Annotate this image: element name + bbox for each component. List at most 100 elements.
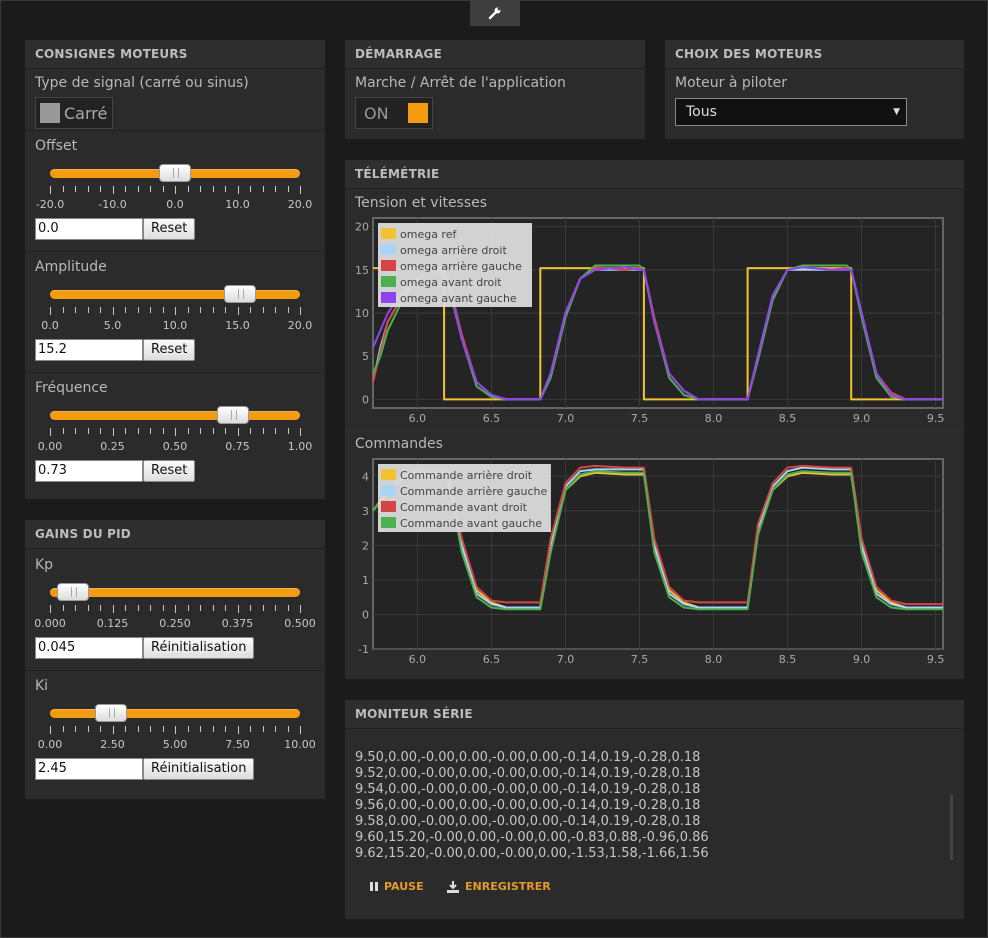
tick-mark [87, 428, 89, 434]
y-tick-label: 3 [362, 505, 369, 518]
tick-mark [100, 428, 101, 434]
slider-thumb[interactable] [159, 164, 191, 182]
tick-mark [87, 307, 89, 313]
command-chart: -1 0 1 2 3 4 6.0 6.5 7.0 7.5 8.0 8.5 9.0 9.5 Commande … [358, 458, 944, 666]
serial-line: 9.60,15.20,-0.00,0.00,-0.00,0.00,-0.83,0… [355, 830, 709, 845]
slider-label: Kp [35, 557, 54, 573]
tick-mark [137, 726, 139, 732]
tick-mark [300, 726, 301, 734]
legend-swatch [381, 517, 396, 528]
tick-mark [175, 726, 176, 734]
tick-mark [225, 726, 226, 732]
slider-ticks [25, 307, 325, 315]
motor-select-value: Tous [686, 104, 717, 120]
serial-line: 9.62,15.20,-0.00,0.00,-0.00,0.00,-1.53,1… [355, 846, 709, 861]
tick-mark [275, 605, 276, 611]
tick-mark [162, 428, 164, 434]
tick-mark [250, 186, 251, 192]
tick-mark [250, 307, 251, 313]
tick-mark [187, 726, 189, 732]
save-button[interactable]: ENREGISTRER [447, 880, 551, 893]
panel-title: CONSIGNES MOTEURS [25, 40, 325, 69]
tick-mark [62, 186, 64, 192]
tick-mark [262, 186, 264, 192]
toggle-knob [40, 103, 60, 123]
choix-panel: CHOIX DES MOTEURS Moteur à piloter Tous … [665, 40, 964, 139]
motor-select[interactable]: Tous ▼ [675, 98, 907, 126]
chart2-title: Commandes [355, 436, 443, 452]
tick-mark [262, 726, 264, 732]
pause-label: PAUSE [384, 880, 424, 893]
y-tick-label: 5 [362, 350, 369, 363]
x-tick-label: 7.0 [557, 412, 575, 425]
value-input[interactable]: 0.73 [35, 460, 143, 482]
speed-chart: 0 5 10 15 20 6.0 6.5 7.0 7.5 8.0 8.5 9.0 9.5 omega re… [355, 217, 945, 425]
tick-mark [75, 428, 76, 434]
tick-label: 0.0 [41, 319, 59, 332]
legend-label: Commande arrière droit [400, 469, 533, 482]
tick-mark [50, 186, 51, 194]
slider-thumb[interactable] [224, 285, 256, 303]
pause-button[interactable]: PAUSE [370, 880, 424, 893]
start-stop-toggle[interactable]: ON [355, 97, 433, 129]
tick-label: 20.0 [287, 319, 313, 332]
slider-thumb[interactable] [216, 406, 249, 424]
value-input[interactable]: 2.45 [35, 758, 143, 780]
tick-mark [150, 307, 151, 313]
value-input[interactable]: 0.045 [35, 637, 143, 659]
slider-track[interactable] [50, 411, 300, 420]
tick-mark [212, 726, 214, 732]
tick-label: 0.00 [37, 440, 63, 453]
tick-mark [62, 726, 64, 732]
slider-label: Fréquence [35, 380, 108, 396]
tick-mark [262, 307, 264, 313]
tick-label: 5.00 [162, 738, 188, 751]
legend-swatch [381, 501, 396, 512]
serial-line: 9.56,0.00,-0.00,0.00,-0.00,0.00,-0.14,0.… [355, 798, 701, 813]
reset-button[interactable]: Reset [143, 339, 196, 361]
reset-button[interactable]: Réinitialisation [143, 758, 255, 780]
value-input[interactable]: 15.2 [35, 339, 143, 361]
tick-mark [62, 428, 64, 434]
signal-type-label: Type de signal (carré ou sinus) [35, 75, 249, 91]
slider-thumb[interactable] [56, 583, 89, 601]
reset-button[interactable]: Réinitialisation [143, 637, 255, 659]
tick-mark [200, 428, 201, 434]
tick-label: 0.75 [225, 440, 250, 453]
chevron-down-icon: ▼ [893, 107, 900, 117]
value-input[interactable]: 0.0 [35, 218, 143, 240]
tick-mark [175, 605, 176, 613]
settings-button[interactable] [470, 0, 520, 26]
slider-track[interactable] [50, 709, 300, 718]
tick-mark [87, 605, 89, 611]
signal-type-toggle[interactable]: Carré [35, 97, 113, 129]
slider-thumb[interactable] [95, 704, 128, 722]
tick-mark [62, 307, 64, 313]
tick-mark [237, 605, 239, 613]
tick-mark [250, 726, 251, 732]
tick-mark [50, 307, 51, 315]
panel-title: TÉLÉMÉTRIE [345, 160, 964, 189]
reset-button[interactable]: Reset [143, 218, 196, 240]
tick-mark [125, 428, 126, 434]
legend-swatch [381, 244, 396, 255]
scrollbar[interactable] [950, 795, 953, 860]
x-tick-label: 9.5 [927, 412, 945, 425]
y-tick-label: 4 [362, 470, 369, 483]
x-tick-label: 7.5 [631, 653, 649, 666]
slider-ticks [25, 428, 325, 436]
tick-mark [162, 186, 164, 192]
tick-mark [200, 605, 201, 611]
reset-button[interactable]: Reset [143, 460, 196, 482]
tick-mark [212, 186, 214, 192]
x-tick-label: 6.5 [483, 653, 501, 666]
tick-mark [50, 726, 51, 734]
toggle-state-label: ON [364, 104, 389, 123]
serial-output[interactable]: 9.50,0.00,-0.00,0.00,-0.00,0.00,-0.14,0.… [355, 750, 945, 870]
tick-label: 2.50 [100, 738, 125, 751]
x-tick-label: 9.0 [853, 653, 871, 666]
tick-mark [137, 605, 139, 611]
tick-label: 10.0 [162, 319, 188, 332]
slider-track[interactable] [50, 290, 300, 299]
tick-mark [162, 307, 164, 313]
